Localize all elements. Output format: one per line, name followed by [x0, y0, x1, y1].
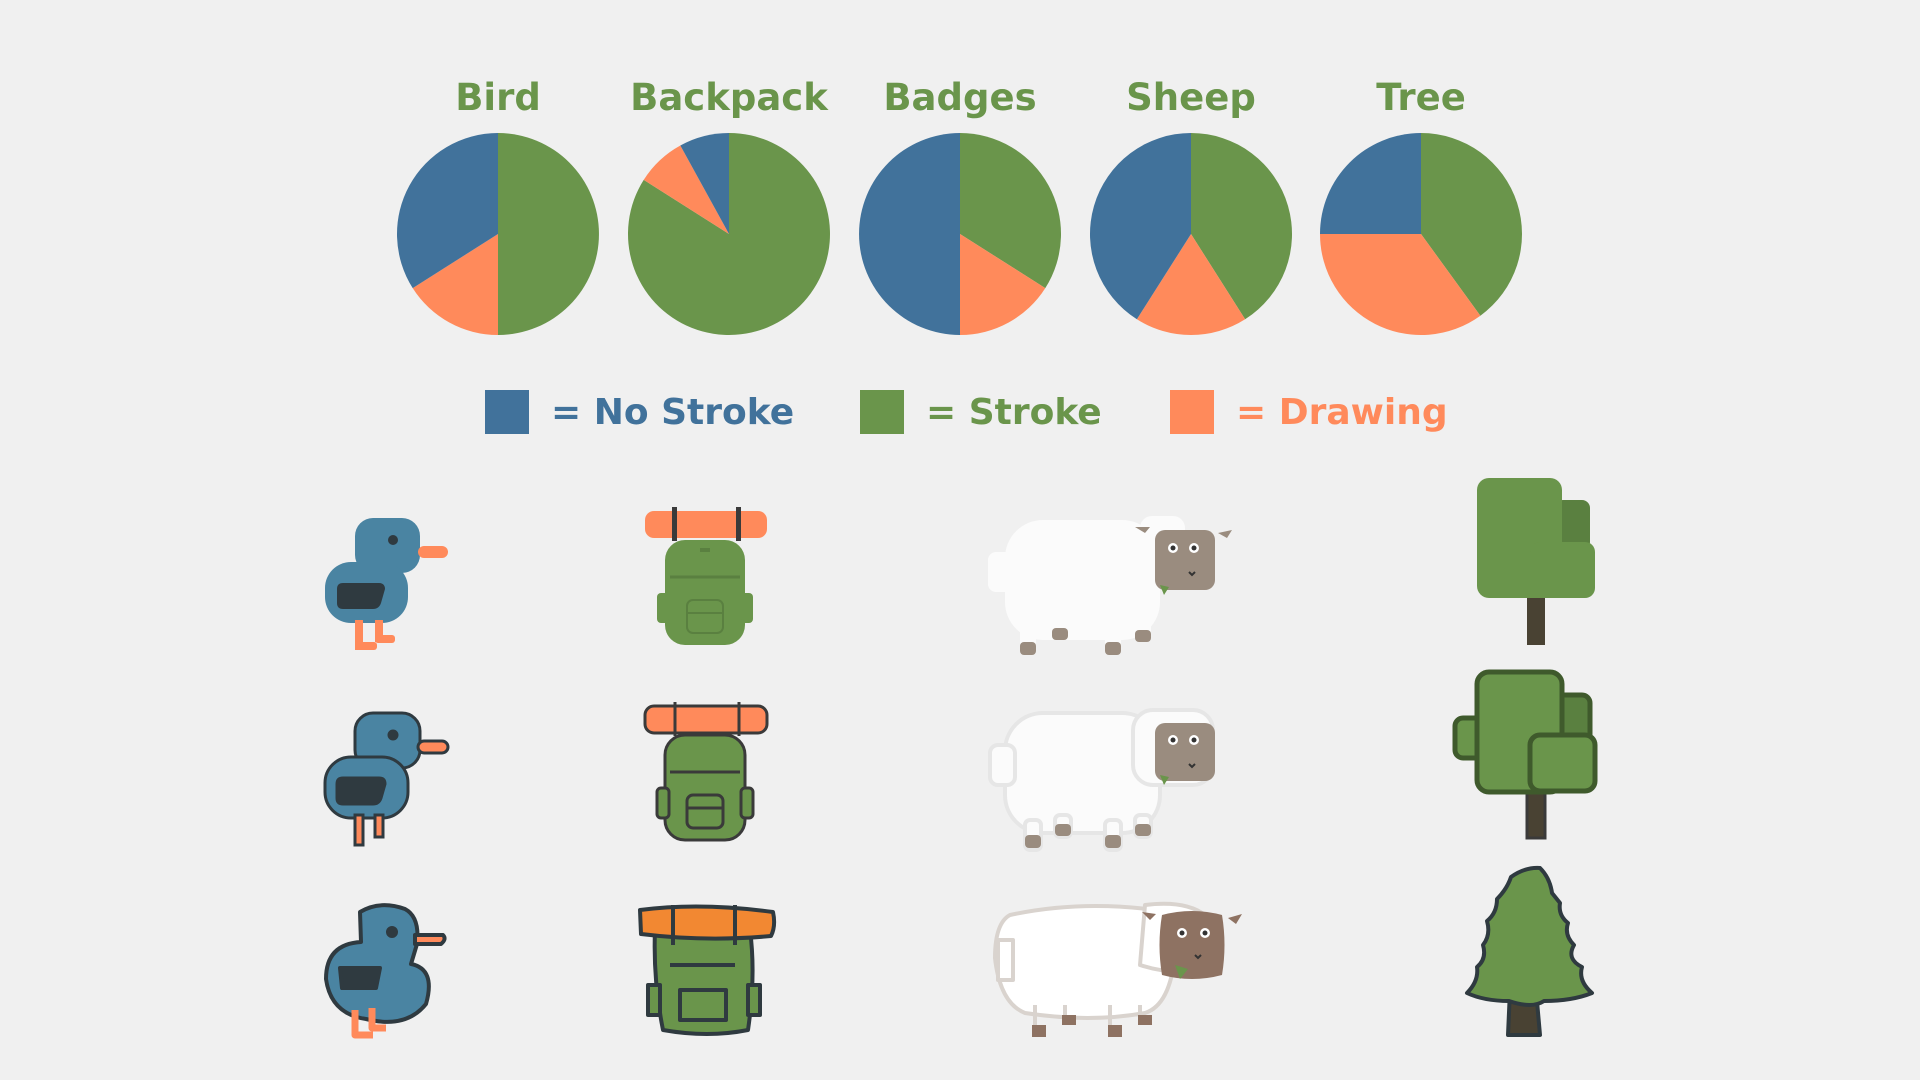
legend-swatch-no-stroke	[485, 390, 529, 434]
legend: = No Stroke = Stroke = Drawing	[0, 390, 1920, 440]
tree-stroke-illustration	[1452, 669, 1598, 840]
legend-item-stroke: = Stroke	[860, 390, 1102, 434]
backpack-stroke-illustration	[643, 702, 769, 842]
backpack-no-stroke-illustration	[645, 507, 767, 645]
tree-no-stroke-illustration	[1477, 478, 1595, 645]
legend-label-drawing: = Drawing	[1236, 391, 1448, 433]
pie-slice-badges-no-stroke	[859, 133, 960, 335]
legend-swatch-drawing	[1170, 390, 1214, 434]
tree-drawing-illustration	[1465, 865, 1594, 1037]
legend-item-no-stroke: = No Stroke	[485, 390, 794, 434]
bird-drawing-illustration	[324, 903, 447, 1039]
legend-item-drawing: = Drawing	[1170, 390, 1448, 434]
pie-slice-bird-stroke	[498, 133, 599, 335]
pie-svg	[396, 133, 1523, 336]
sheep-no-stroke-illustration	[988, 516, 1232, 655]
legend-label-stroke: = Stroke	[926, 391, 1102, 433]
bird-no-stroke-illustration	[325, 518, 448, 650]
pie-slice-tree-no-stroke	[1320, 133, 1421, 234]
bird-stroke-illustration	[323, 711, 450, 847]
legend-label-no-stroke: = No Stroke	[551, 391, 795, 433]
illustration-grid	[323, 478, 1598, 1039]
backpack-drawing-illustration	[638, 904, 777, 1036]
legend-swatch-stroke	[860, 390, 904, 434]
pie-charts: Bird Backpack Badges Sheep Tree	[0, 0, 1920, 360]
